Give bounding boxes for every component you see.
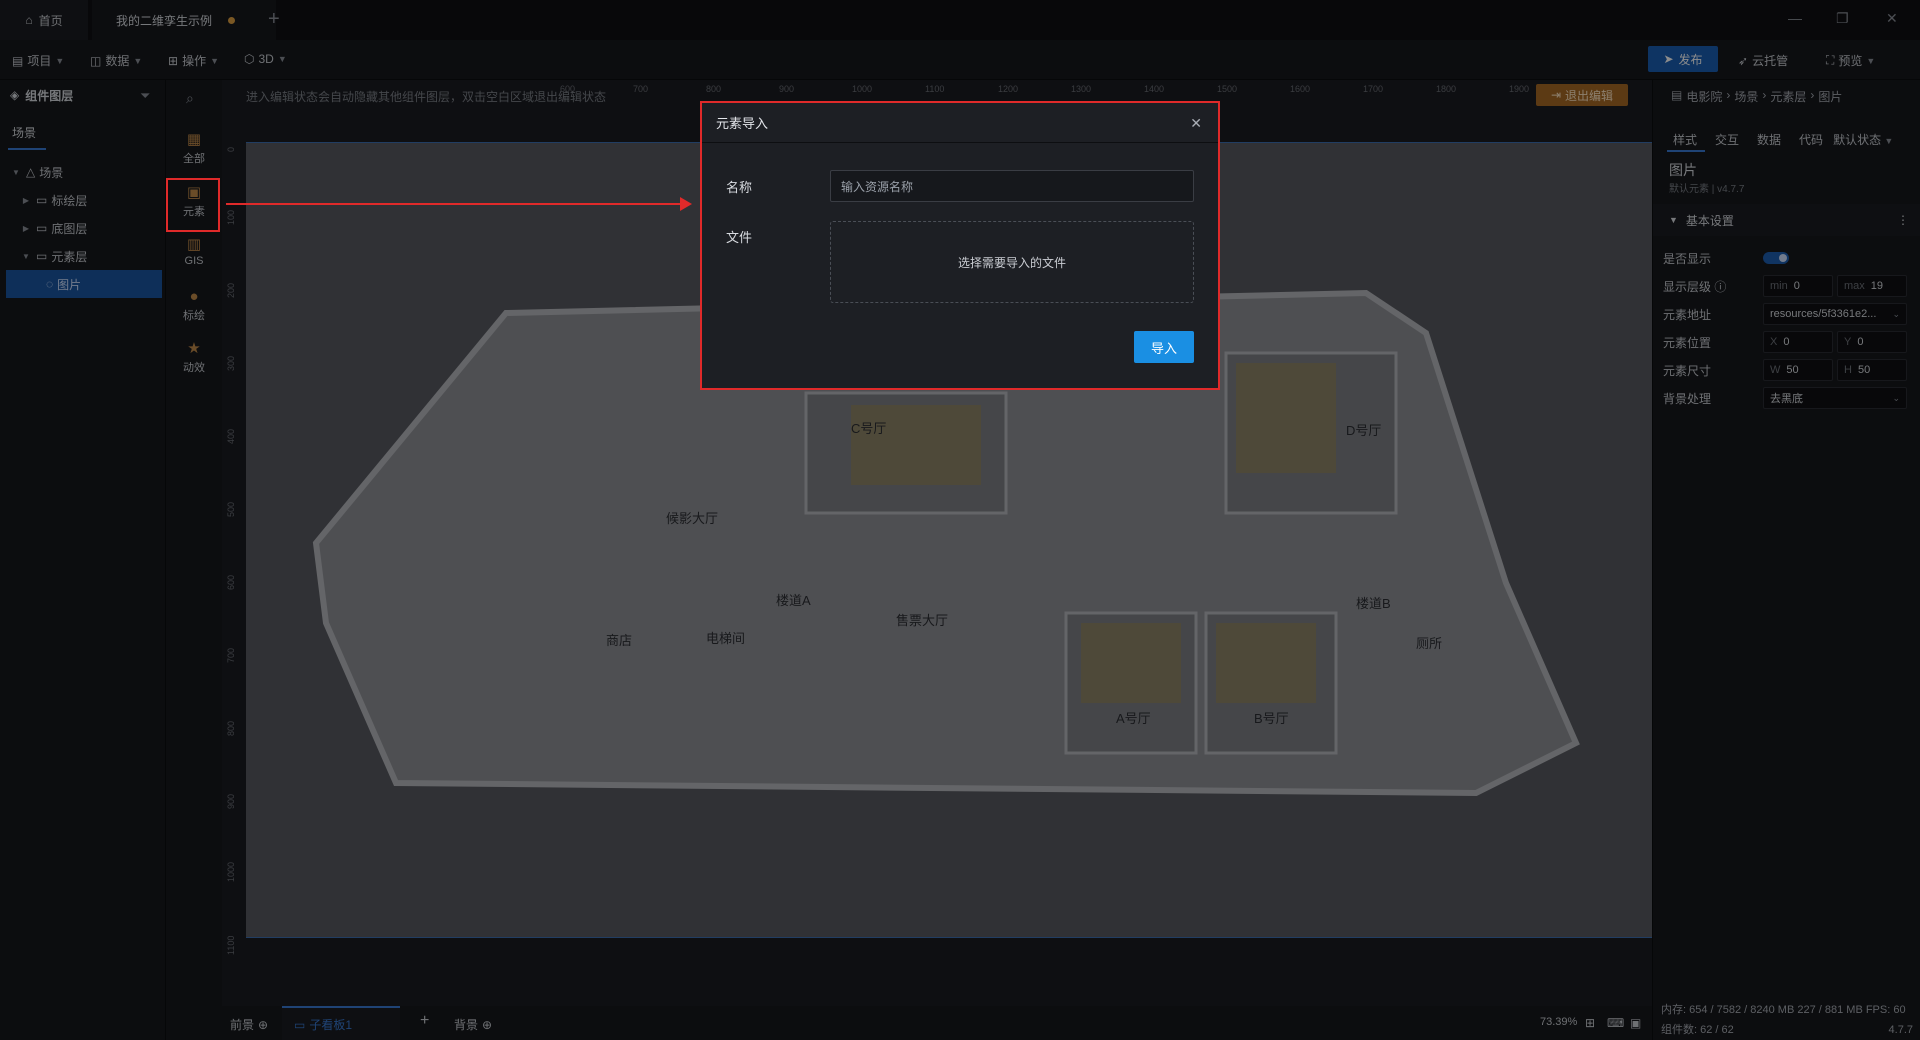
dialog-title: 元素导入 <box>716 116 769 131</box>
element-import-dialog: 元素导入 ✕ 名称 输入资源名称 文件 选择需要导入的文件 导入 <box>702 103 1218 388</box>
file-label: 文件 <box>726 230 753 245</box>
dialog-header: 元素导入 <box>702 103 1218 143</box>
file-hint: 选择需要导入的文件 <box>957 255 1066 270</box>
import-label: 导入 <box>1150 340 1177 356</box>
annotation-arrow-head-icon <box>680 197 692 211</box>
close-icon[interactable]: ✕ <box>1190 115 1202 132</box>
name-label: 名称 <box>726 180 753 195</box>
file-drop-zone[interactable]: 选择需要导入的文件 <box>830 221 1194 303</box>
annotation-arrow-line <box>226 203 684 205</box>
annotation-highlight-box <box>166 178 220 232</box>
import-button[interactable]: 导入 <box>1134 331 1194 363</box>
resource-name-input[interactable]: 输入资源名称 <box>830 170 1194 202</box>
name-placeholder: 输入资源名称 <box>841 179 914 194</box>
